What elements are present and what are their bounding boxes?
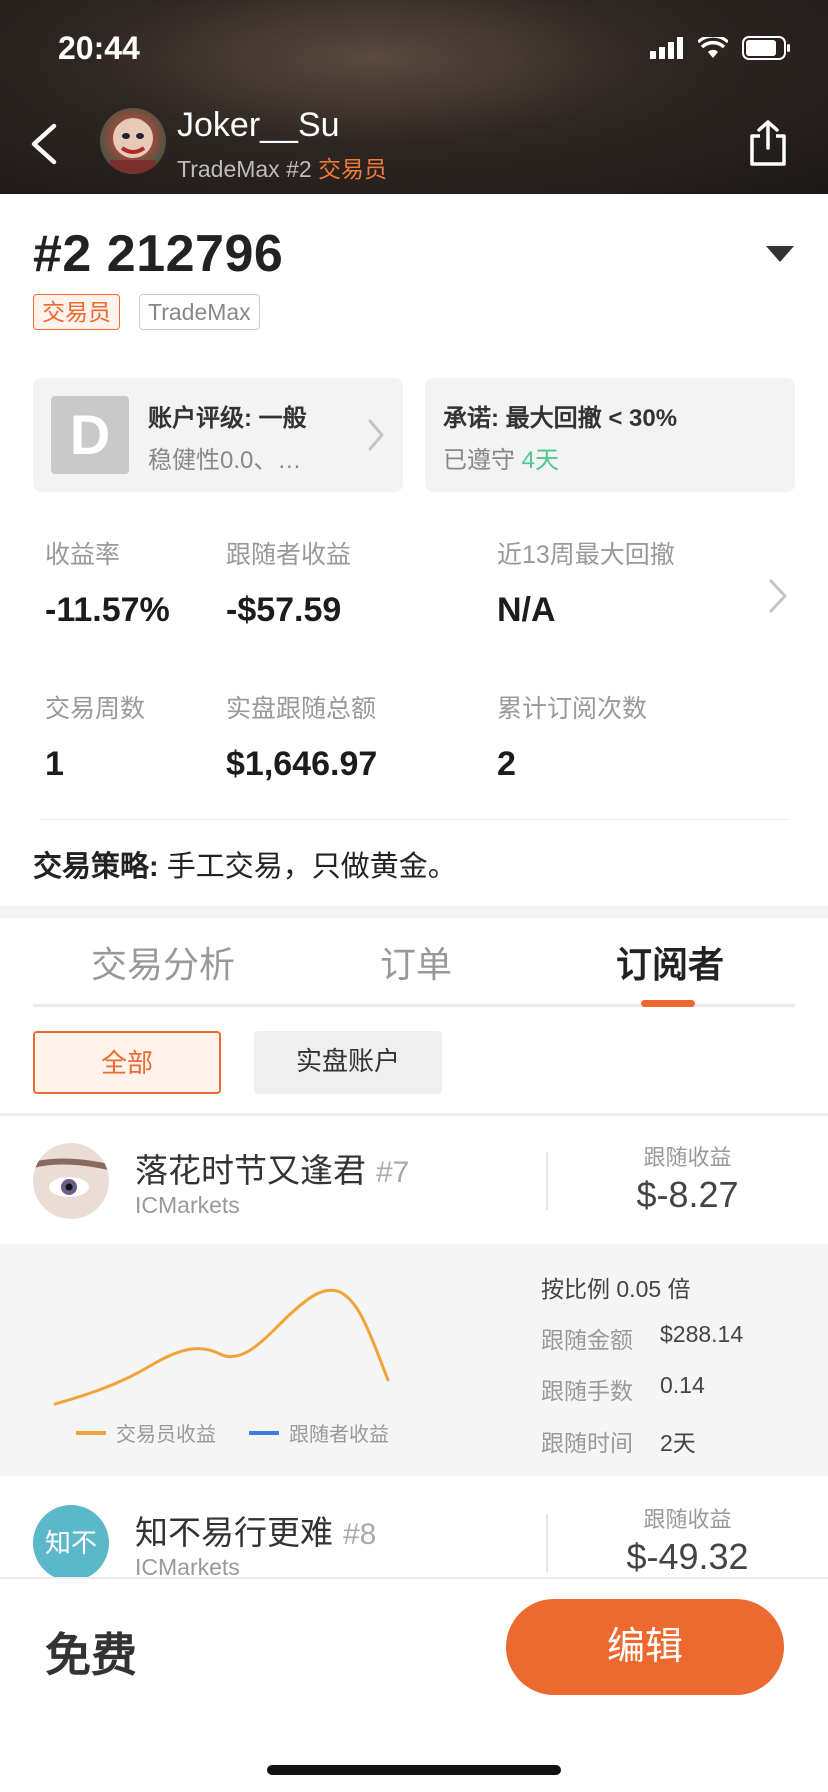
follow-time-label: 跟随时间: [541, 1430, 633, 1456]
role-tag: 交易员: [33, 294, 120, 330]
profit-mini-chart: [53, 1288, 390, 1406]
follow-amount-value: $288.14: [660, 1321, 744, 1347]
row-divider: [546, 1514, 548, 1572]
subs-count-value: 2: [497, 745, 516, 783]
follower-profit-label: 跟随者收益: [226, 541, 352, 569]
grade-badge: D: [51, 396, 129, 474]
promise-status: 已遵守 4天: [443, 440, 559, 475]
trader-profit-line: [53, 1288, 390, 1406]
return-label: 收益率: [45, 541, 121, 569]
share-icon: [750, 120, 786, 166]
strategy-text: 交易策略: 手工交易，只做黄金。: [33, 843, 457, 885]
return-value: -11.57%: [45, 591, 170, 629]
trader-name: Joker__Su: [177, 106, 340, 144]
rating-subtitle: 稳健性0.0、…: [148, 447, 302, 474]
home-indicator[interactable]: [267, 1765, 561, 1775]
trader-role: 交易员: [318, 156, 388, 182]
follow-ratio: 按比例 0.05 倍: [541, 1276, 691, 1302]
follow-lots-value: 0.14: [660, 1372, 705, 1398]
tab-subscribers[interactable]: 订阅者: [616, 936, 724, 988]
subscriber-avatar-text: 知不: [33, 1505, 109, 1581]
subscriber-profit-label: 跟随收益: [643, 1507, 732, 1532]
strategy-value: 手工交易，只做黄金。: [158, 851, 457, 883]
follower-profit-value: -$57.59: [226, 591, 342, 629]
status-icons: [650, 36, 792, 60]
subscriber-name: 知不易行更难 #8: [135, 1506, 376, 1554]
trader-avatar[interactable]: [100, 108, 166, 174]
legend-follower-swatch: [249, 1430, 279, 1435]
subscriber-profit: $-49.32: [626, 1536, 749, 1577]
live-total-value: $1,646.97: [226, 745, 378, 783]
broker-tag: TradeMax: [139, 294, 260, 330]
account-title: #2 212796: [33, 225, 284, 283]
legend-trader: 交易员收益: [76, 1418, 216, 1447]
chevron-right-icon: [368, 419, 384, 451]
follow-time-value: 2天: [660, 1430, 696, 1456]
subscriber-name-text: 知不易行更难: [135, 1514, 333, 1551]
trader-profile-page: 20:44 Joker__Su TradeMax #2 交易员 #2 21279…: [0, 0, 828, 1792]
legend-follower: 跟随者收益: [249, 1418, 389, 1447]
row-divider: [546, 1152, 548, 1210]
legend-trader-label: 交易员收益: [116, 1424, 216, 1446]
subscriber-profit: $-8.27: [636, 1174, 739, 1215]
tab-orders[interactable]: 订单: [380, 936, 452, 988]
promise-card: 承诺: 最大回撤 < 30% 已遵守 4天: [425, 378, 795, 492]
signal-icon: [650, 37, 683, 59]
drawdown-label: 近13周最大回撤: [497, 541, 675, 569]
bottom-action-bar: 免费 编辑: [0, 1577, 828, 1792]
price-label: 免费: [45, 1629, 137, 1681]
legend-follower-label: 跟随者收益: [289, 1424, 389, 1446]
account-dropdown-icon[interactable]: [766, 246, 794, 262]
promise-kept-days: 4天: [521, 447, 560, 474]
weeks-label: 交易周数: [45, 695, 146, 723]
rating-title: 账户评级: 一般: [148, 405, 307, 432]
follow-lots-label: 跟随手数: [541, 1378, 633, 1404]
subscriber-rank: #8: [343, 1518, 377, 1551]
status-time: 20:44: [58, 30, 140, 66]
tab-analysis[interactable]: 交易分析: [91, 936, 235, 988]
drawdown-value: N/A: [497, 591, 556, 629]
legend-trader-swatch: [76, 1430, 106, 1435]
rating-card[interactable]: D 账户评级: 一般 稳健性0.0、…: [33, 378, 403, 492]
back-button[interactable]: [26, 116, 66, 172]
filter-all-button[interactable]: 全部: [33, 1031, 221, 1094]
live-total-label: 实盘跟随总额: [226, 695, 377, 723]
subscriber-name: 落花时节又逢君 #7: [135, 1144, 409, 1192]
follow-amount-label: 跟随金额: [541, 1327, 633, 1353]
profile-header: 20:44 Joker__Su TradeMax #2 交易员: [0, 0, 828, 194]
avatar-eye-image-icon: [33, 1143, 109, 1219]
edit-button[interactable]: 编辑: [506, 1599, 784, 1695]
subscriber-broker: ICMarkets: [135, 1192, 240, 1218]
promise-title: 承诺: 最大回撤 < 30%: [443, 405, 678, 432]
stats-chevron-right-icon[interactable]: [768, 578, 788, 614]
stats-divider: [40, 819, 788, 820]
weeks-value: 1: [45, 745, 64, 783]
subscriber-detail-panel: 交易员收益 跟随者收益 按比例 0.05 倍 跟随金额 $288.14 跟随手数…: [0, 1244, 828, 1476]
filter-live-button[interactable]: 实盘账户: [254, 1031, 442, 1094]
trader-broker-rank: TradeMax #2: [177, 156, 312, 182]
subscriber-avatar: [33, 1143, 109, 1219]
subs-count-label: 累计订阅次数: [497, 695, 648, 723]
wifi-icon: [698, 37, 728, 58]
tab-active-indicator: [641, 1000, 695, 1007]
trader-subtitle: TradeMax #2 交易员: [177, 150, 387, 184]
subscriber-profit-label: 跟随收益: [643, 1145, 732, 1170]
avatar-image-icon: [110, 118, 156, 174]
subscriber-row[interactable]: 落花时节又逢君 #7 ICMarkets 跟随收益 $-8.27: [0, 1116, 828, 1244]
promise-kept-label: 已遵守: [443, 447, 515, 474]
strategy-label: 交易策略:: [33, 851, 159, 883]
subscriber-rank: #7: [376, 1156, 410, 1189]
subscriber-name-text: 落花时节又逢君: [135, 1152, 366, 1189]
battery-icon: [742, 36, 790, 60]
back-chevron-icon: [31, 123, 57, 165]
share-button[interactable]: [746, 118, 790, 168]
section-separator: [0, 906, 828, 918]
